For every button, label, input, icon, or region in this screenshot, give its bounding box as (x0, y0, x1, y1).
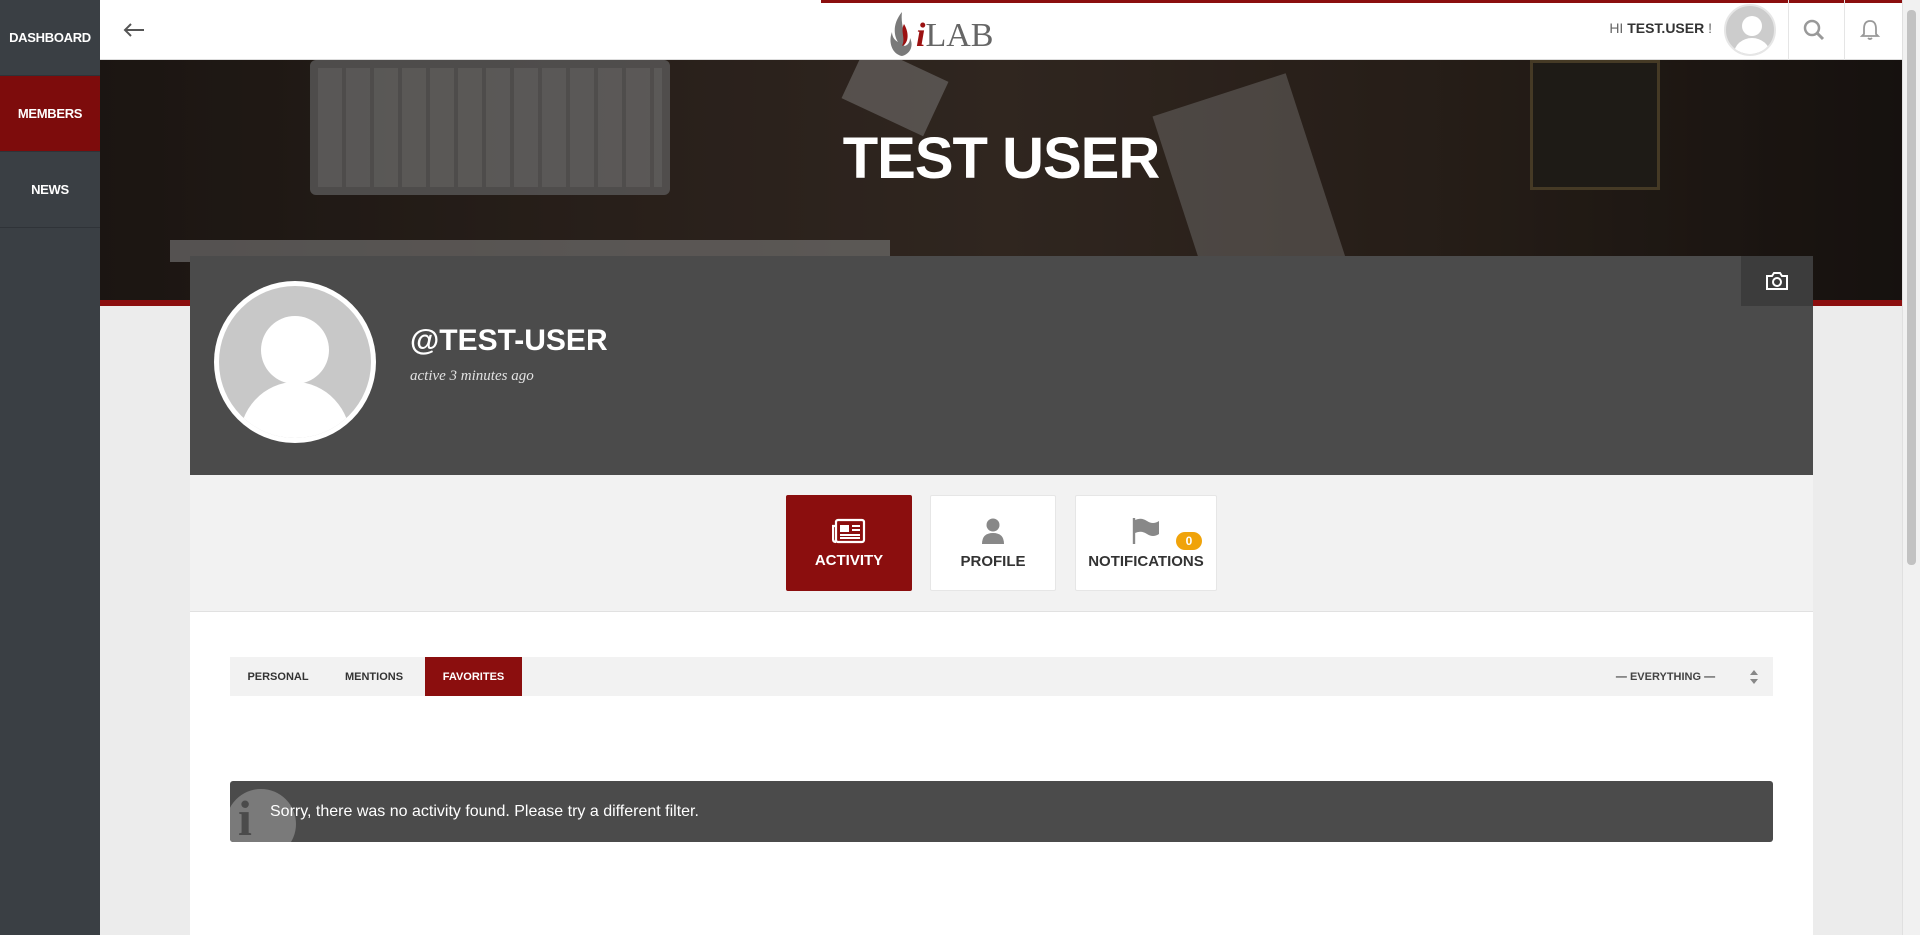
user-greeting[interactable]: HI TEST.USER ! (1609, 20, 1712, 36)
profile-last-active: active 3 minutes ago (410, 368, 534, 384)
sidebar-item-news[interactable]: NEWS (0, 152, 100, 228)
activity-subnav: PERSONAL MENTIONS FAVORITES — EVERYTHING… (230, 657, 1773, 696)
site-logo[interactable]: i LAB (888, 6, 998, 58)
profile-handle: @TEST-USER (410, 324, 608, 357)
person-icon (982, 518, 1004, 544)
flame-icon (890, 12, 912, 56)
profile-avatar[interactable] (219, 286, 371, 438)
greeting-suffix: ! (1708, 20, 1712, 36)
profile-avatar-ring (214, 281, 376, 443)
flag-icon (1132, 517, 1159, 544)
header-accent-line (821, 0, 1902, 3)
change-cover-button[interactable] (1741, 256, 1813, 306)
header-avatar[interactable] (1724, 4, 1776, 56)
search-icon[interactable] (1798, 14, 1830, 46)
greeting-prefix: HI (1609, 20, 1624, 36)
header-divider (1844, 0, 1845, 60)
page-scrollbar[interactable] (1902, 0, 1920, 935)
greeting-username: TEST.USER (1627, 20, 1705, 36)
select-arrows-icon (1750, 670, 1758, 684)
logo-i: i (916, 17, 926, 54)
subtab-personal[interactable]: PERSONAL (230, 657, 326, 696)
activity-filter-select[interactable]: — EVERYTHING — (1593, 657, 1773, 696)
profile-header: @TEST-USER active 3 minutes ago (190, 256, 1813, 475)
profile-tabs: ACTIVITY PROFILE 0 NOTIFICATIONS (190, 475, 1813, 612)
header-divider (1788, 0, 1789, 60)
tab-profile[interactable]: PROFILE (930, 495, 1056, 591)
cover-title: TEST USER (842, 126, 1161, 191)
notifications-count-badge: 0 (1176, 532, 1202, 550)
sidebar-item-dashboard[interactable]: DASHBOARD (0, 0, 100, 76)
top-header: i LAB HI TEST.USER ! (100, 0, 1902, 60)
tab-activity-label: ACTIVITY (814, 551, 884, 569)
sidebar: DASHBOARD MEMBERS NEWS (0, 0, 100, 935)
subtab-favorites[interactable]: FAVORITES (425, 657, 522, 696)
bell-icon[interactable] (1854, 14, 1886, 46)
scrollbar-thumb[interactable] (1907, 10, 1916, 565)
camera-icon (1766, 272, 1788, 290)
sidebar-item-members[interactable]: MEMBERS (0, 76, 100, 152)
subtab-mentions[interactable]: MENTIONS (326, 657, 422, 696)
newspaper-icon (832, 518, 866, 543)
no-activity-notice: i Sorry, there was no activity found. Pl… (230, 781, 1773, 842)
tab-notifications-label: NOTIFICATIONS (1088, 552, 1204, 570)
logo-text: LAB (925, 17, 994, 54)
tab-activity[interactable]: ACTIVITY (786, 495, 912, 591)
notice-message: Sorry, there was no activity found. Plea… (270, 802, 699, 820)
tab-profile-label: PROFILE (960, 552, 1026, 570)
tab-notifications[interactable]: 0 NOTIFICATIONS (1075, 495, 1217, 591)
profile-card: @TEST-USER active 3 minutes ago ACTIVITY… (190, 256, 1813, 935)
back-arrow-icon[interactable] (120, 16, 148, 44)
activity-filter-value: — EVERYTHING — (1615, 670, 1716, 683)
